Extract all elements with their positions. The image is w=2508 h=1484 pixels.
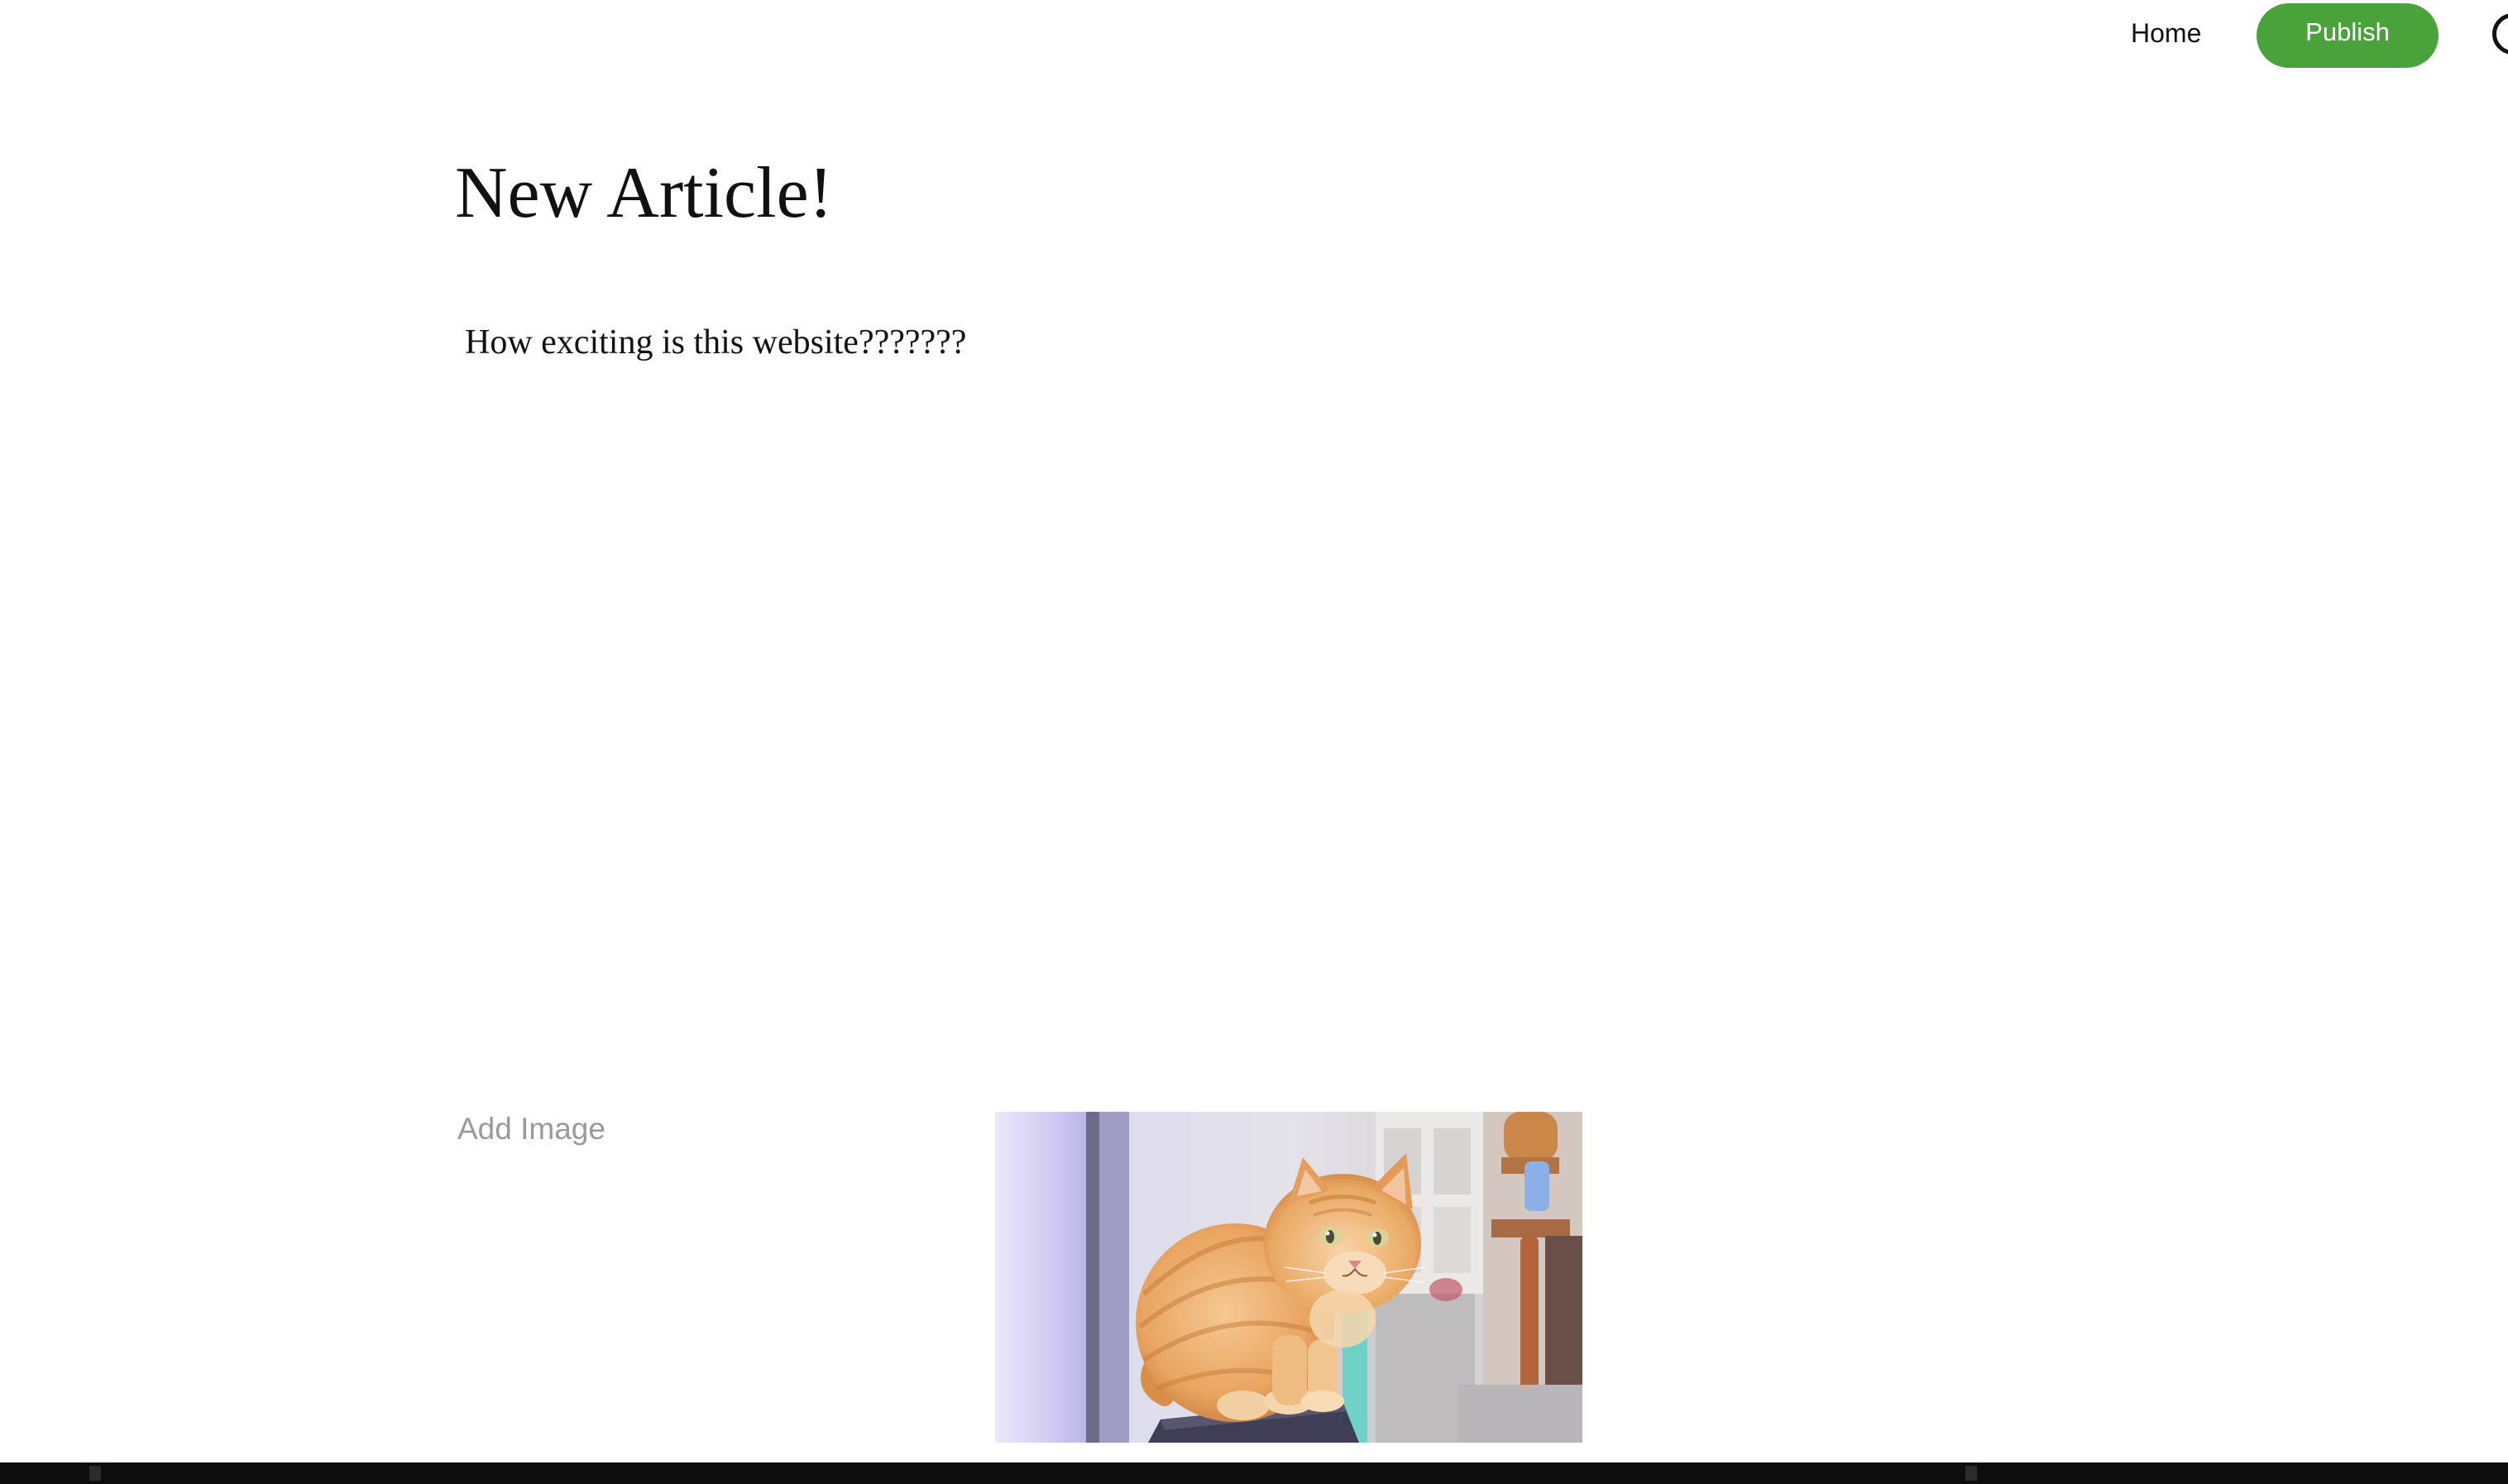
article-body-editor[interactable]: How exciting is this website???????: [465, 319, 2037, 1031]
bottom-bar: [0, 1462, 2508, 1484]
cat-photo-illustration: [995, 1112, 1582, 1443]
add-image-button[interactable]: Add Image: [457, 1108, 605, 1150]
editor-page: Home Publish New Article! How exciting i…: [0, 0, 2508, 1484]
user-avatar-icon[interactable]: [2492, 13, 2508, 55]
article-title[interactable]: New Article!: [455, 151, 833, 237]
uploaded-cat-image: [995, 1112, 1582, 1443]
bottom-bar-mark: [89, 1466, 101, 1481]
publish-button[interactable]: Publish: [2257, 3, 2439, 68]
top-nav: Home Publish: [0, 0, 2508, 74]
bottom-bar-mark: [1965, 1466, 1977, 1481]
home-link[interactable]: Home: [2131, 15, 2201, 51]
